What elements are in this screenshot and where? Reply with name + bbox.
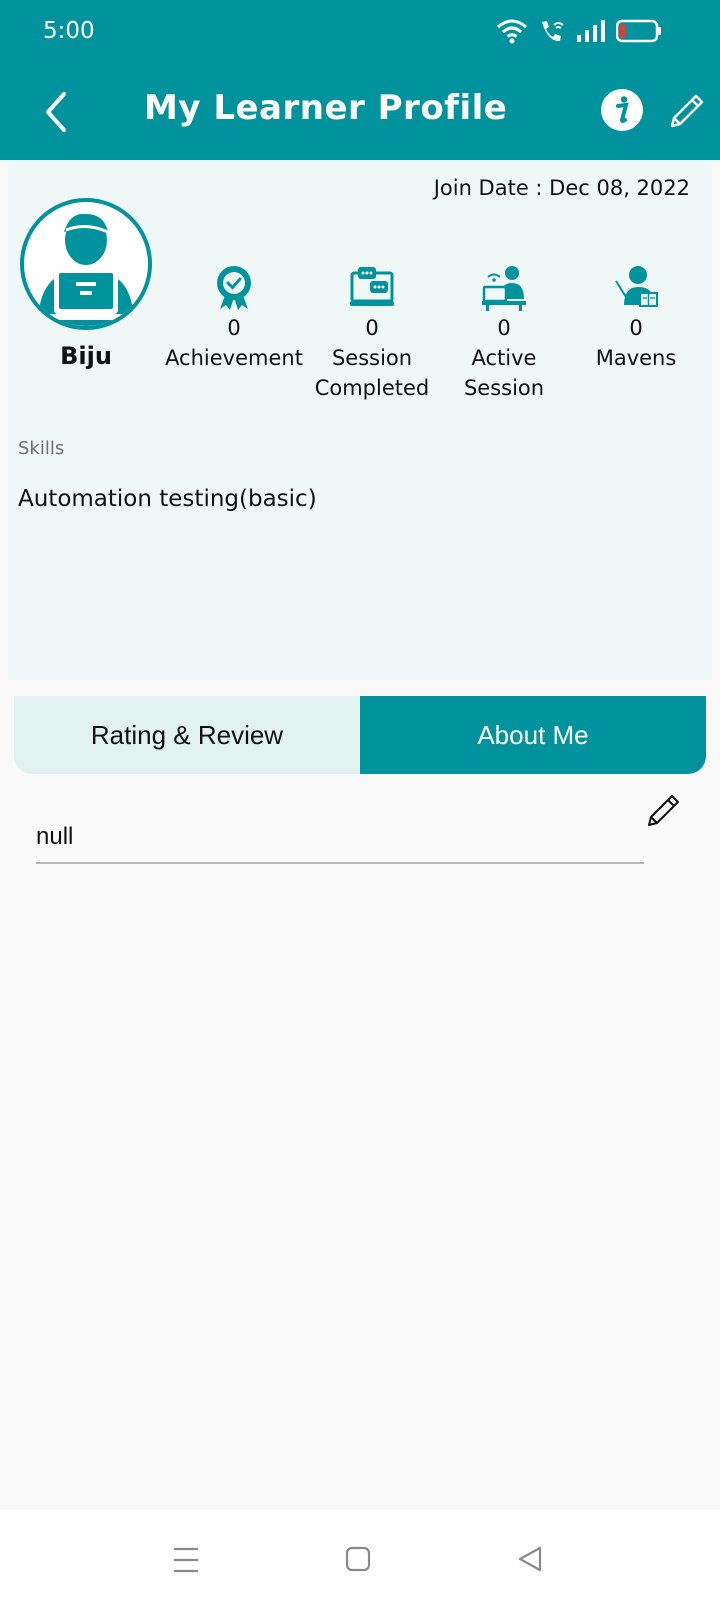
battery-icon: [616, 19, 661, 43]
profile-card: Join Date : Dec 08, 2022 Biju 0 Achievem…: [8, 160, 712, 680]
stat-mavens[interactable]: 0 Mavens: [566, 263, 706, 373]
status-icons: [496, 18, 662, 44]
nav-home-button[interactable]: [338, 1542, 378, 1578]
skills-value: Automation testing(basic): [18, 486, 317, 512]
user-laptop-icon: [38, 213, 134, 326]
stat-active-session[interactable]: 0 Active Session: [434, 263, 574, 403]
page-title: My Learner Profile: [144, 88, 508, 128]
status-time: 5:00: [43, 18, 95, 44]
join-date: Join Date : Dec 08, 2022: [433, 176, 690, 200]
wifi-icon: [497, 19, 527, 44]
square-icon: [345, 1546, 371, 1572]
skills-label: Skills: [18, 438, 65, 459]
stat-label: Session: [331, 346, 413, 370]
signal-icon: [577, 20, 605, 42]
about-me-text[interactable]: null: [36, 823, 73, 851]
info-icon: [601, 89, 643, 131]
edit-profile-button[interactable]: [664, 90, 708, 134]
stat-label: Achievement: [165, 346, 303, 370]
avatar[interactable]: [20, 198, 152, 330]
stat-value: 0: [497, 316, 511, 340]
stat-label: Mavens: [595, 346, 677, 370]
stat-value: 0: [227, 316, 241, 340]
tab-rating-review[interactable]: Rating & Review: [14, 696, 360, 774]
chevron-left-icon: [46, 92, 66, 132]
tab-about-me[interactable]: About Me: [360, 696, 706, 774]
menu-icon: [174, 1547, 198, 1573]
chat-monitor-icon: [350, 267, 394, 306]
pencil-icon: [648, 795, 679, 826]
award-icon: [217, 266, 251, 310]
stat-label: Session: [463, 376, 545, 400]
profile-tabs: Rating & Review About Me: [14, 696, 706, 774]
triangle-back-icon: [518, 1546, 542, 1572]
about-underline: [36, 862, 644, 864]
stat-value: 0: [629, 316, 643, 340]
edit-about-button[interactable]: [644, 790, 684, 830]
system-nav-bar: [0, 1510, 720, 1600]
stat-achievement[interactable]: 0 Achievement: [164, 263, 304, 373]
stat-label: Active: [471, 346, 537, 370]
back-button[interactable]: [40, 88, 80, 136]
desk-person-icon: [482, 266, 526, 311]
nav-back-button[interactable]: [510, 1542, 550, 1578]
stat-value: 0: [365, 316, 379, 340]
nav-recents-button[interactable]: [166, 1542, 206, 1578]
wifi-call-icon: [542, 21, 564, 42]
app-bar: 5:00 My Learner Profile: [0, 0, 720, 160]
pencil-icon: [670, 94, 704, 128]
info-button[interactable]: [600, 88, 644, 132]
teacher-icon: [615, 266, 658, 307]
user-name: Biju: [60, 342, 112, 370]
stat-session-completed[interactable]: 0 Session Completed: [302, 263, 442, 403]
stat-label: Completed: [314, 376, 430, 400]
